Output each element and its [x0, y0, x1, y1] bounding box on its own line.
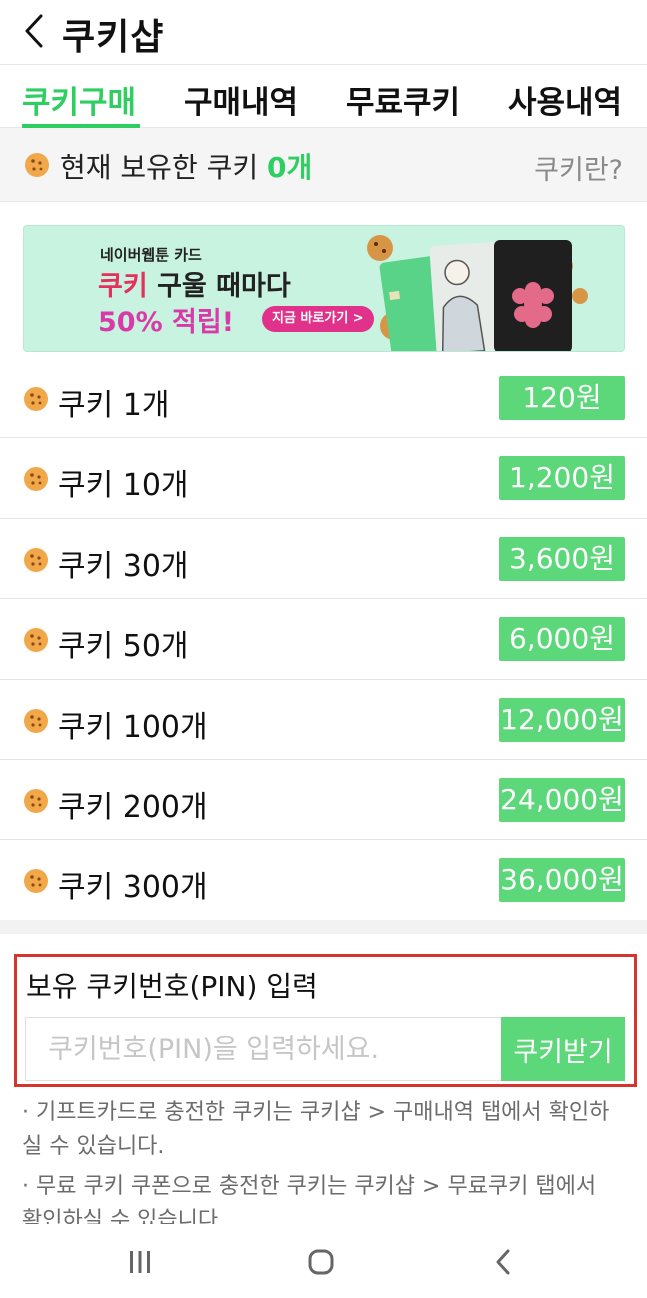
receive-cookie-button[interactable]: 쿠키받기	[501, 1017, 625, 1081]
banner-headline-rest: 구울 때마다	[147, 271, 291, 302]
chevron-left-icon	[25, 14, 43, 48]
what-is-cookie-link[interactable]: 쿠키란?	[534, 148, 623, 187]
tab-purchase-history[interactable]: 구매내역	[184, 77, 298, 122]
product-row-30[interactable]: 쿠키 30개 3,600원	[0, 519, 647, 600]
product-row-50[interactable]: 쿠키 50개 6,000원	[0, 599, 647, 680]
price-button[interactable]: 6,000원	[499, 617, 625, 662]
banner-percent: 50% 적립!	[98, 307, 235, 338]
balance-prefix: 현재 보유한 쿠키	[60, 151, 259, 184]
product-name: 쿠키 100개	[58, 709, 208, 745]
tab-free-cookies[interactable]: 무료쿠키	[346, 77, 460, 122]
price-button[interactable]: 1,200원	[499, 456, 625, 501]
home-button[interactable]	[299, 1242, 343, 1282]
tab-usage-history[interactable]: 사용내역	[508, 77, 622, 122]
app-header: 쿠키샵	[0, 0, 647, 64]
product-row-100[interactable]: 쿠키 100개 12,000원	[0, 680, 647, 760]
tab-bar: 쿠키구매 구매내역 무료쿠키 사용내역	[0, 64, 647, 128]
pin-entry-section: 보유 쿠키번호(PIN) 입력 쿠키받기	[14, 954, 637, 1087]
recents-button[interactable]	[118, 1242, 162, 1282]
product-name: 쿠키 50개	[58, 629, 189, 665]
system-navigation-bar	[0, 1226, 647, 1298]
product-row-10[interactable]: 쿠키 10개 1,200원	[0, 438, 647, 519]
home-icon	[308, 1249, 334, 1275]
notice-giftcard: · 기프트카드로 충전한 쿠키는 쿠키샵 > 구매내역 탭에서 확인하실 수 있…	[22, 1100, 610, 1159]
pin-label: 보유 쿠키번호(PIN) 입력	[26, 970, 318, 1003]
recents-icon	[130, 1251, 150, 1273]
cookie-icon	[24, 708, 48, 733]
cookie-icon	[24, 467, 48, 492]
balance-count: 0개	[267, 151, 313, 184]
cookie-icon	[25, 153, 49, 177]
cookie-icon	[24, 869, 48, 894]
banner-subtitle: 네이버웹툰 카드	[100, 246, 202, 264]
cookie-balance-bar: 현재 보유한 쿠키 0개 쿠키란?	[0, 128, 647, 202]
cookie-product-list: 쿠키 1개 120원 쿠키 10개 1,200원 쿠키 30개 3,600원 쿠…	[0, 358, 647, 921]
system-back-button[interactable]	[481, 1242, 525, 1282]
cookie-icon	[24, 788, 48, 813]
cookie-icon	[24, 387, 48, 411]
section-divider	[0, 920, 647, 934]
back-icon	[496, 1249, 510, 1275]
product-name: 쿠키 30개	[58, 548, 189, 584]
banner-headline-highlight: 쿠키	[98, 271, 148, 302]
promo-banner[interactable]: 네이버웹툰 카드 쿠키 구울 때마다 50% 적립! 지금 바로가기 >	[23, 225, 625, 352]
cookie-icon	[24, 547, 48, 572]
price-button[interactable]: 120원	[499, 376, 625, 420]
price-button[interactable]: 12,000원	[499, 697, 625, 742]
product-name: 쿠키 1개	[58, 388, 170, 423]
price-button[interactable]: 3,600원	[499, 536, 625, 581]
pin-input[interactable]	[25, 1017, 501, 1081]
product-row-300[interactable]: 쿠키 300개 36,000원	[0, 840, 647, 920]
product-name: 쿠키 10개	[58, 468, 189, 504]
product-row-1[interactable]: 쿠키 1개 120원	[0, 358, 647, 439]
price-button[interactable]: 24,000원	[499, 777, 625, 822]
page-title: 쿠키샵	[62, 17, 165, 58]
banner-headline: 쿠키 구울 때마다	[98, 264, 291, 303]
price-button[interactable]: 36,000원	[499, 858, 625, 903]
card-illustration-image	[367, 235, 588, 351]
product-name: 쿠키 300개	[58, 870, 208, 906]
back-button[interactable]	[14, 10, 54, 52]
notice-free-coupon: · 무료 쿠키 쿠폰으로 충전한 쿠키는 쿠키샵 > 무료쿠키 탭에서 확인하실…	[22, 1174, 597, 1224]
product-row-200[interactable]: 쿠키 200개 24,000원	[0, 760, 647, 841]
cookie-icon	[24, 628, 48, 653]
balance-label: 현재 보유한 쿠키 0개	[60, 146, 312, 186]
tab-cookie-purchase[interactable]: 쿠키구매	[22, 77, 136, 122]
product-name: 쿠키 200개	[58, 789, 208, 825]
